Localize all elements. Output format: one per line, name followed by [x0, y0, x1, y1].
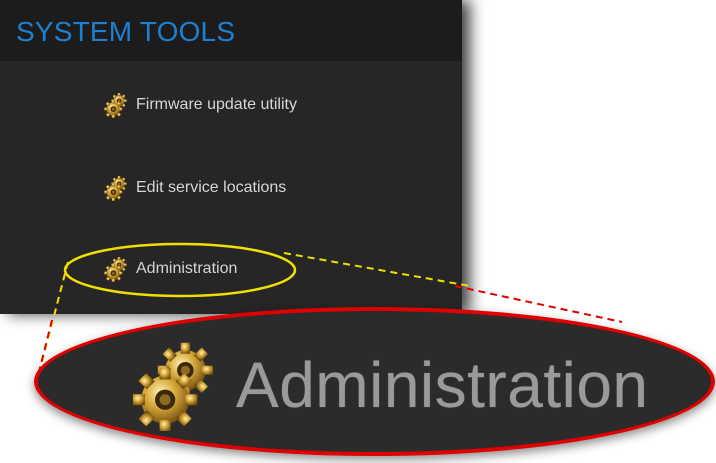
zoom-label: Administration	[236, 349, 649, 421]
system-tools-panel: SYSTEM TOOLS Firmware update utility Edi…	[0, 0, 462, 314]
gear-icon	[104, 92, 130, 118]
panel-title: SYSTEM TOOLS	[16, 16, 236, 47]
menu-item-label: Firmware update utility	[136, 96, 297, 113]
panel-header: SYSTEM TOOLS	[0, 0, 462, 61]
menu-item-administration[interactable]: Administration	[104, 254, 237, 284]
gear-icon	[104, 175, 130, 201]
gear-icon	[132, 339, 224, 431]
zoom-content: Administration	[132, 339, 649, 431]
zoom-callout: Administration	[34, 307, 715, 456]
menu-item-firmware-update-utility[interactable]: Firmware update utility	[104, 90, 297, 120]
menu-item-label: Administration	[136, 260, 238, 277]
menu-item-edit-service-locations[interactable]: Edit service locations	[104, 173, 286, 203]
gear-icon	[104, 256, 130, 282]
menu-item-label: Edit service locations	[136, 179, 287, 196]
